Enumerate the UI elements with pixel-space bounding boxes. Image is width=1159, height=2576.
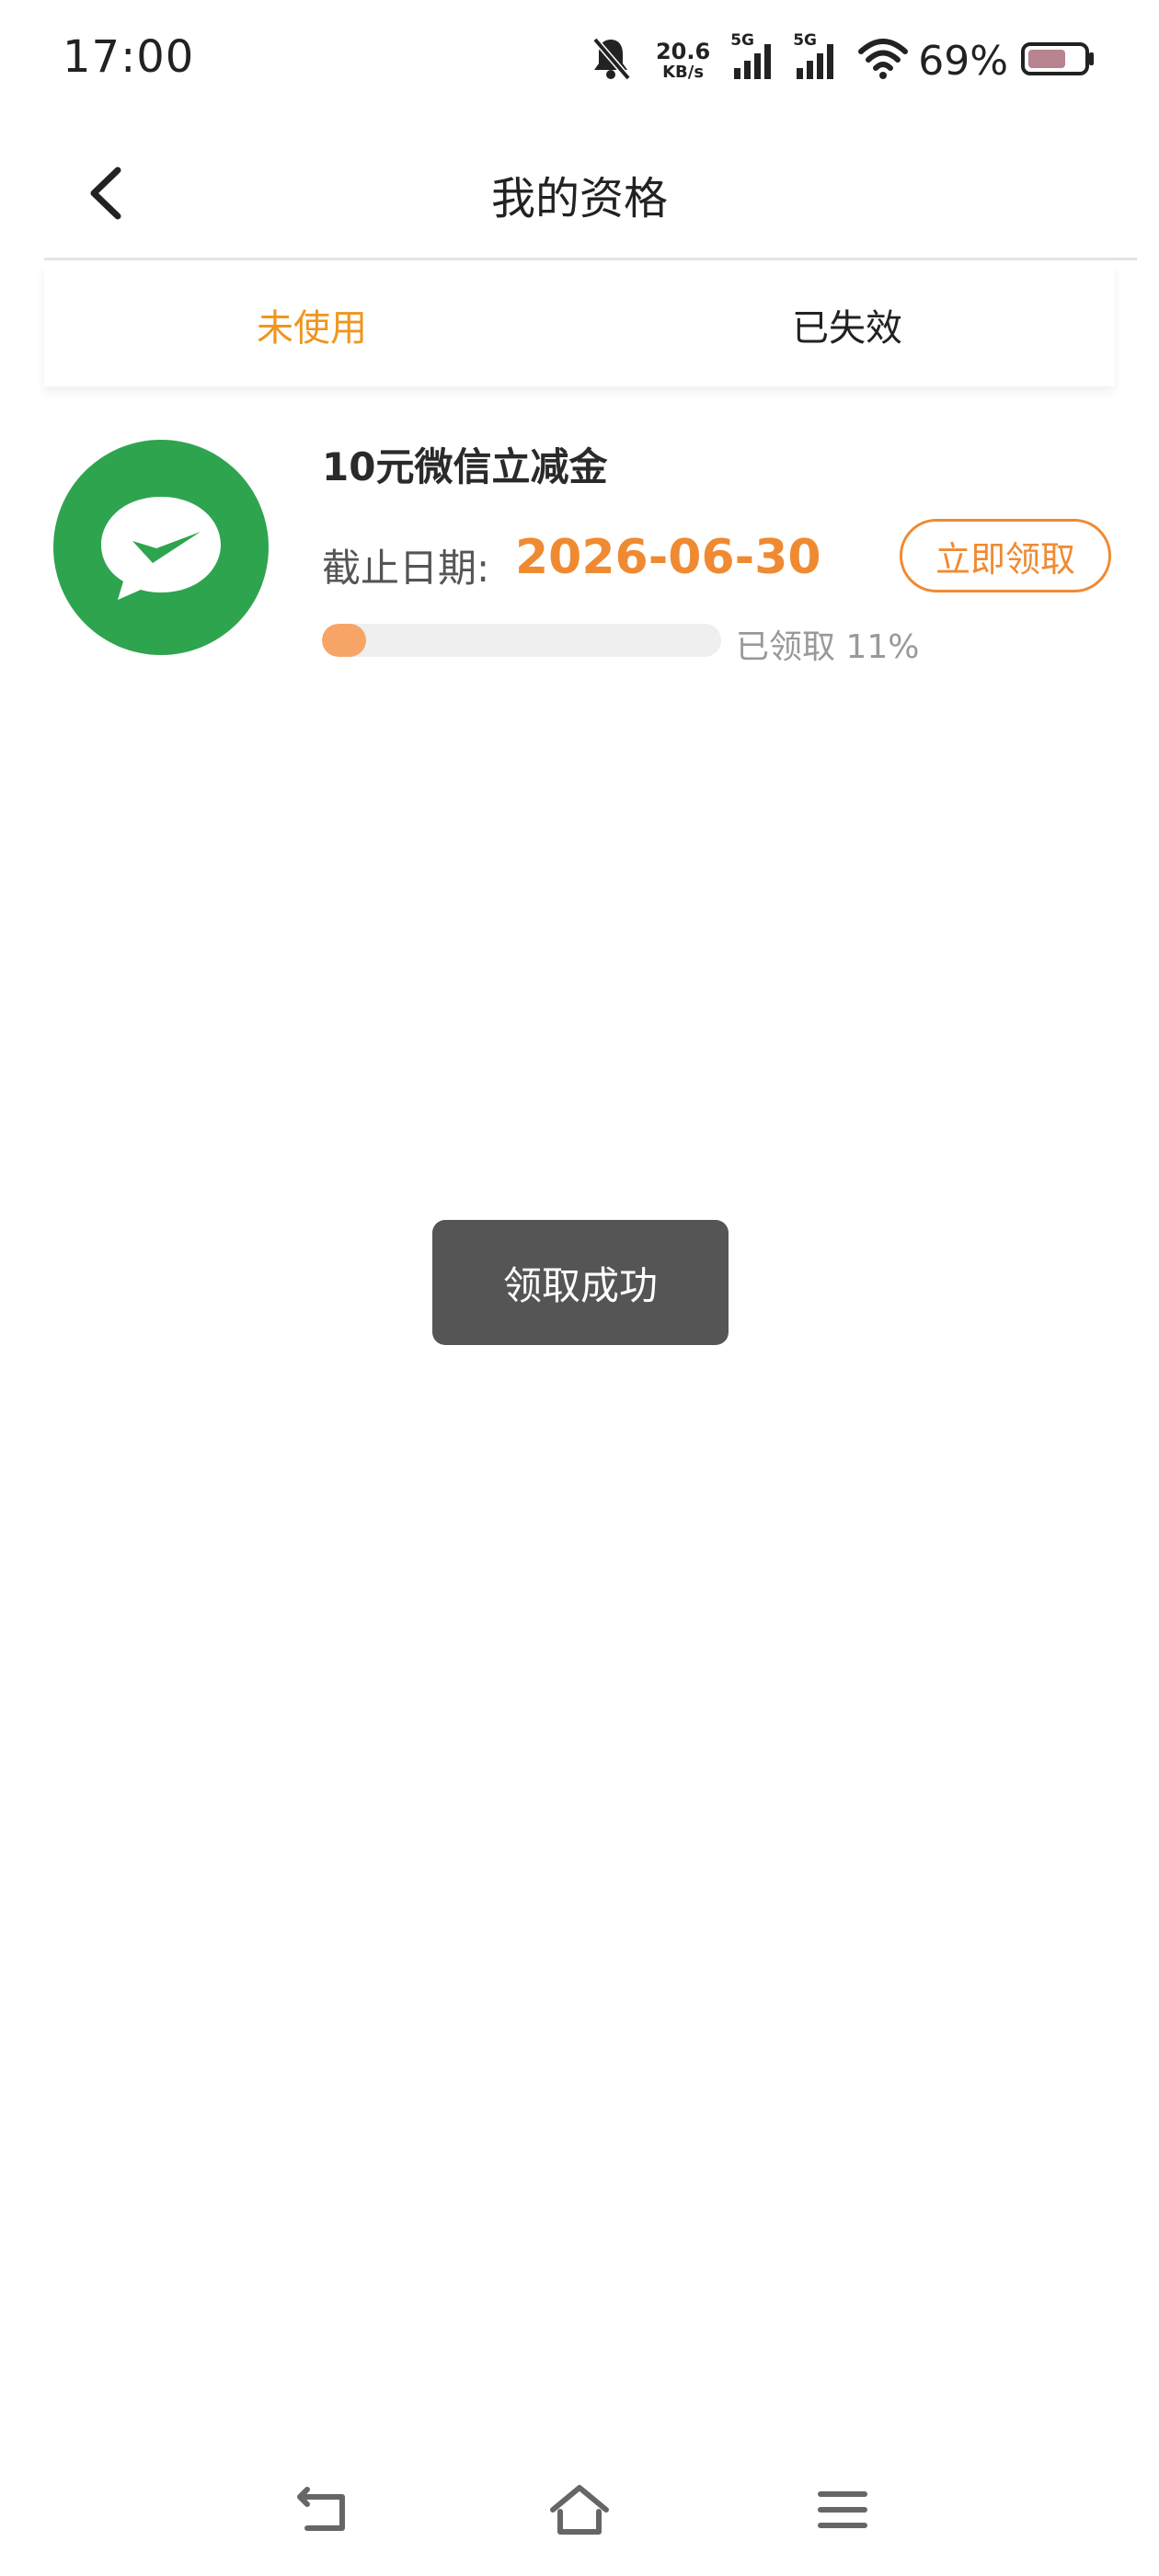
- sim2-network-tag: 5G: [793, 31, 817, 50]
- system-nav-bar: [0, 2466, 1159, 2558]
- tab-expired[interactable]: 已失效: [580, 263, 1115, 386]
- claim-progress-bar: [322, 624, 721, 657]
- claim-now-button[interactable]: 立即领取: [900, 519, 1111, 592]
- nav-home-button[interactable]: [534, 2466, 625, 2558]
- tab-bar: 未使用 已失效: [44, 263, 1115, 386]
- nav-menu-button[interactable]: [797, 2466, 889, 2558]
- battery-icon: [1021, 40, 1095, 81]
- signal-icon: 5G: [730, 31, 778, 86]
- header: 我的资格: [0, 136, 1159, 256]
- deadline-label: 截止日期:: [322, 546, 490, 591]
- network-speed: 20.6 KB/s: [656, 40, 710, 81]
- network-speed-value: 20.6: [655, 39, 711, 64]
- menu-icon: [815, 2487, 870, 2536]
- success-toast: 领取成功: [432, 1220, 729, 1345]
- page-title: 我的资格: [490, 173, 668, 224]
- home-icon: [547, 2482, 612, 2541]
- status-icons: 20.6 KB/s 5G 5G 69%: [590, 31, 1095, 88]
- claim-progress-fill: [322, 624, 366, 657]
- status-time: 17:00: [63, 31, 195, 83]
- wechat-pay-icon: [53, 440, 269, 655]
- signal-icon: 5G: [793, 31, 841, 86]
- header-divider: [44, 258, 1137, 260]
- nav-back-button[interactable]: [278, 2466, 370, 2558]
- status-bar: 17:00 20.6 KB/s 5G 5G 69%: [0, 0, 1159, 120]
- claim-progress-text: 已领取 11%: [736, 628, 920, 666]
- tab-unused[interactable]: 未使用: [44, 263, 580, 386]
- deadline-value: 2026-06-30: [515, 530, 821, 585]
- sim1-network-tag: 5G: [730, 31, 754, 50]
- coupon-title: 10元微信立减金: [322, 444, 608, 489]
- wifi-icon: [857, 37, 909, 85]
- battery-percent: 69%: [918, 37, 1008, 85]
- bell-muted-icon: [590, 36, 632, 86]
- back-icon: [294, 2484, 353, 2539]
- network-speed-unit: KB/s: [662, 63, 705, 82]
- coupon-card: 10元微信立减金 截止日期: 2026-06-30 立即领取 已领取 11%: [0, 405, 1159, 681]
